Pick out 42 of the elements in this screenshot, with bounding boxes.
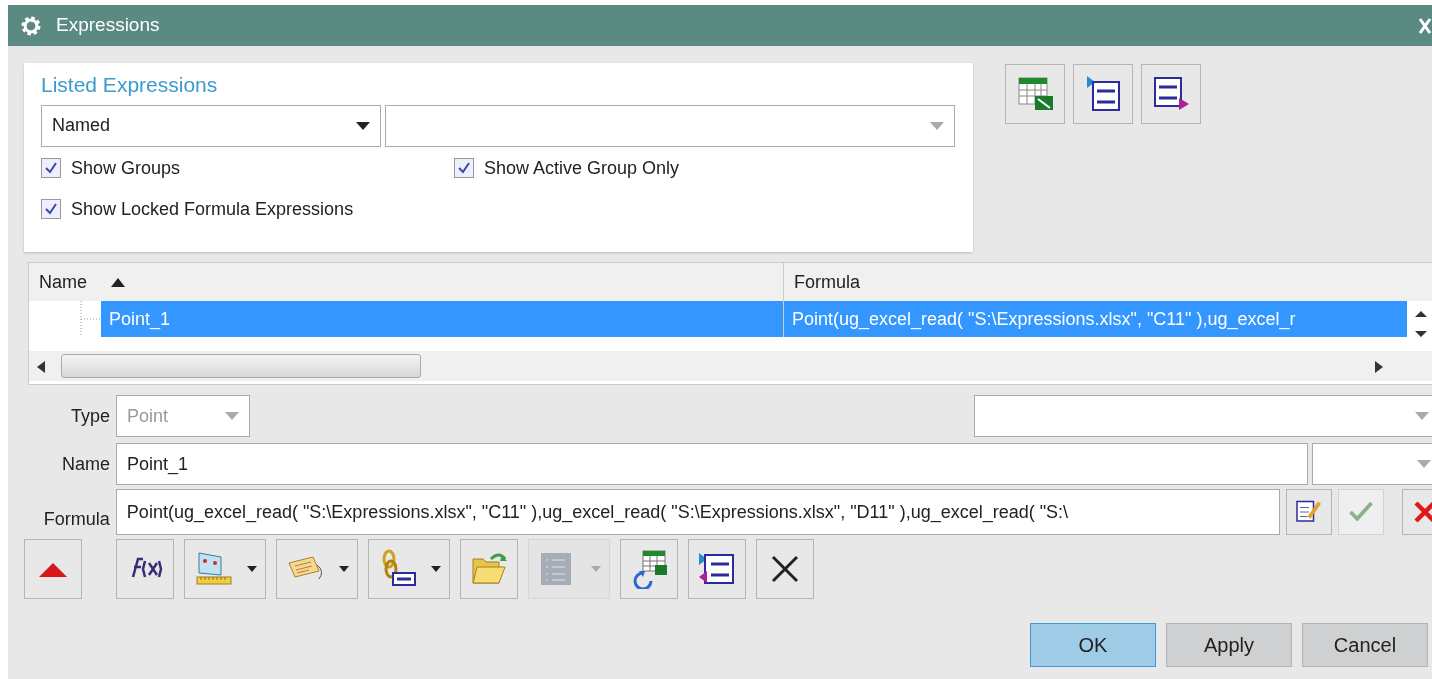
tool-button[interactable] xyxy=(1141,64,1201,124)
checkbox-label: Show Active Group Only xyxy=(484,156,680,180)
checkbox-label: Show Groups xyxy=(71,156,181,180)
tool-button[interactable] xyxy=(1073,64,1133,124)
dialog-button[interactable]: OK xyxy=(1030,623,1156,667)
group-title: Listed Expressions xyxy=(41,72,219,98)
formula-field[interactable]: Point(ug_excel_read( "S:\Expressions.xlsx", "C11" ),ug_excel_read( "S:\Expressions.xlsx", "D11" ),ug_excel_read( "S:\ xyxy=(115,489,1281,535)
tool-button[interactable] xyxy=(368,539,450,599)
checkbox[interactable] xyxy=(41,158,61,178)
caret-icon xyxy=(1415,412,1429,420)
column-title: Formula xyxy=(794,270,860,294)
tool-button[interactable] xyxy=(688,539,746,599)
window-title: Expressions xyxy=(56,13,160,38)
field-label: Formula xyxy=(42,507,111,531)
caret-icon xyxy=(356,121,370,130)
checkbox[interactable] xyxy=(41,199,61,219)
dialog-button[interactable]: Cancel xyxy=(1302,623,1428,667)
caret-icon xyxy=(247,566,257,572)
tool-button[interactable] xyxy=(116,539,174,599)
caret-icon xyxy=(1417,460,1431,468)
name-field[interactable]: Point_1 xyxy=(116,443,1308,485)
caret-icon xyxy=(591,566,601,572)
caret-icon xyxy=(431,566,441,572)
field-label: Type xyxy=(69,404,111,428)
column-header[interactable]: Name xyxy=(29,263,783,301)
checkbox[interactable] xyxy=(454,158,474,178)
dialog-button[interactable]: Apply xyxy=(1166,623,1292,667)
type-value: Point xyxy=(127,404,169,428)
column-title: Name xyxy=(39,270,87,294)
field-label: Name xyxy=(61,452,111,476)
edit-button[interactable] xyxy=(1286,489,1333,535)
caret-icon xyxy=(339,566,349,572)
tree-connector xyxy=(80,301,101,337)
caret-icon xyxy=(225,412,239,420)
caret-icon xyxy=(930,121,944,130)
checkbox-label: Show Locked Formula Expressions xyxy=(71,197,354,221)
gear-icon xyxy=(20,14,42,37)
tool-button[interactable] xyxy=(756,539,814,599)
close-icon[interactable] xyxy=(1418,15,1432,36)
scrollbar-thumb[interactable] xyxy=(61,354,421,378)
sort-arrow-icon xyxy=(111,277,125,287)
filter-dropdown[interactable]: Named xyxy=(41,104,381,147)
